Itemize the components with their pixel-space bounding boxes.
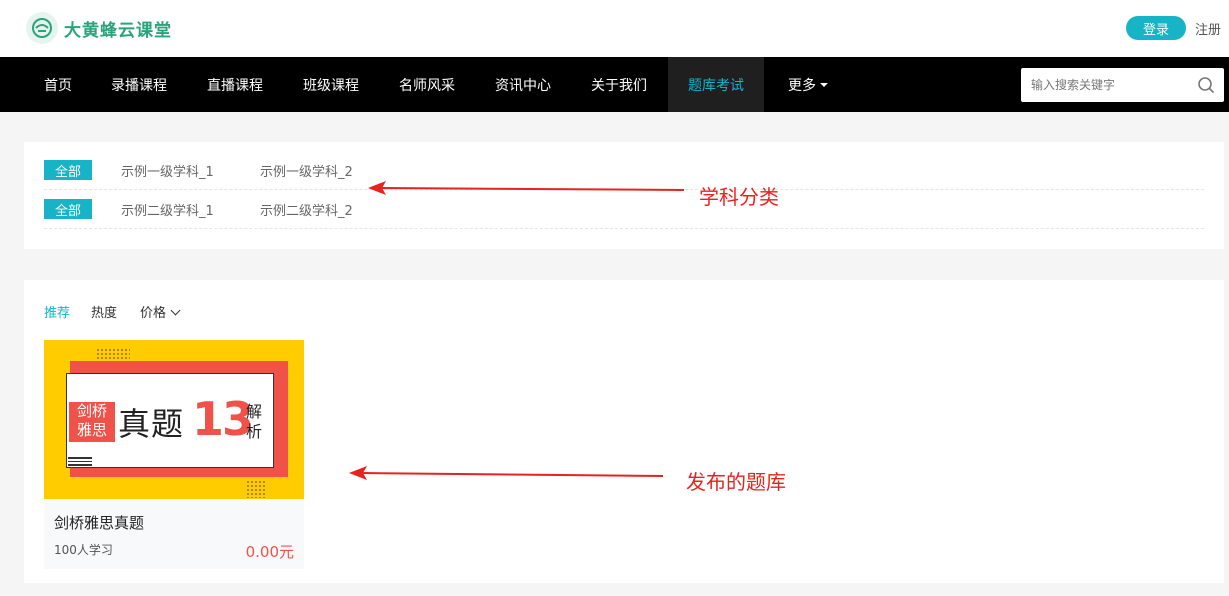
category-item[interactable]: 示例一级学科_1: [121, 161, 214, 180]
nav-more-label: 更多: [788, 77, 816, 94]
category-all-button[interactable]: 全部: [44, 160, 92, 180]
cover-lines: [68, 457, 92, 468]
nav-item-class-courses[interactable]: 班级课程: [303, 57, 359, 112]
cover-badge: 剑桥 雅思: [69, 402, 115, 442]
sort-popularity[interactable]: 热度: [91, 302, 117, 321]
top-header: 大黄蜂云课堂 登录 注册: [0, 0, 1229, 57]
category-item[interactable]: 示例二级学科_1: [121, 200, 214, 219]
cover-title-text: 真题: [118, 405, 185, 443]
cover-number: 13: [192, 392, 254, 446]
annotation-arrow-icon: [349, 466, 664, 480]
category-item[interactable]: 示例一级学科_2: [260, 161, 353, 180]
site-logo[interactable]: 大黄蜂云课堂: [26, 12, 172, 44]
cover-badge-line: 雅思: [76, 421, 107, 439]
category-all-button[interactable]: 全部: [44, 199, 92, 219]
sort-price-label: 价格: [140, 306, 167, 321]
nav-item-more[interactable]: 更多: [788, 57, 829, 112]
search-box: [1021, 68, 1224, 102]
cover-side-text: 解 析: [246, 402, 266, 442]
sort-recommended[interactable]: 推荐: [44, 302, 70, 321]
chevron-down-icon: [170, 305, 181, 316]
search-input[interactable]: [1021, 68, 1191, 102]
card-title[interactable]: 剑桥雅思真题: [54, 512, 144, 533]
brand-name: 大黄蜂云课堂: [64, 20, 172, 41]
annotation-bank-label: 发布的题库: [686, 470, 786, 494]
question-bank-card[interactable]: 剑桥 雅思 真题 13 解 析 剑桥雅思真题 100人学习 0.00元: [44, 340, 304, 569]
bee-logo-icon: [26, 12, 58, 44]
card-cover-image: 剑桥 雅思 真题 13 解 析: [44, 340, 304, 499]
card-student-count: 100人学习: [54, 543, 113, 557]
nav-item-about[interactable]: 关于我们: [591, 57, 647, 112]
search-icon[interactable]: [1197, 76, 1215, 94]
nav-item-news[interactable]: 资讯中心: [495, 57, 551, 112]
nav-item-recorded-courses[interactable]: 录播课程: [111, 57, 167, 112]
nav-item-teachers[interactable]: 名师风采: [399, 57, 455, 112]
cover-dots: [96, 348, 130, 360]
nav-item-question-bank[interactable]: 题库考试: [668, 57, 764, 112]
login-button[interactable]: 登录: [1126, 16, 1186, 40]
register-link[interactable]: 注册: [1195, 19, 1221, 38]
caret-down-icon: [820, 82, 828, 87]
nav-item-home[interactable]: 首页: [44, 57, 72, 112]
question-bank-list-panel: 推荐 热度 价格 剑桥 雅思 真题 13 解 析 剑桥雅思真题 100人学习 0…: [24, 280, 1224, 583]
card-price: 0.00元: [245, 543, 294, 561]
annotation-arrow-icon: [368, 181, 685, 195]
cover-badge-line: 剑桥: [76, 402, 107, 420]
nav-item-live-courses[interactable]: 直播课程: [207, 57, 263, 112]
category-item[interactable]: 示例二级学科_2: [260, 200, 353, 219]
cover-dots: [246, 480, 266, 498]
sort-price[interactable]: 价格: [140, 302, 181, 321]
annotation-category-label: 学科分类: [699, 185, 779, 209]
cover-side-line: 析: [246, 422, 263, 441]
cover-side-line: 解: [246, 402, 263, 421]
